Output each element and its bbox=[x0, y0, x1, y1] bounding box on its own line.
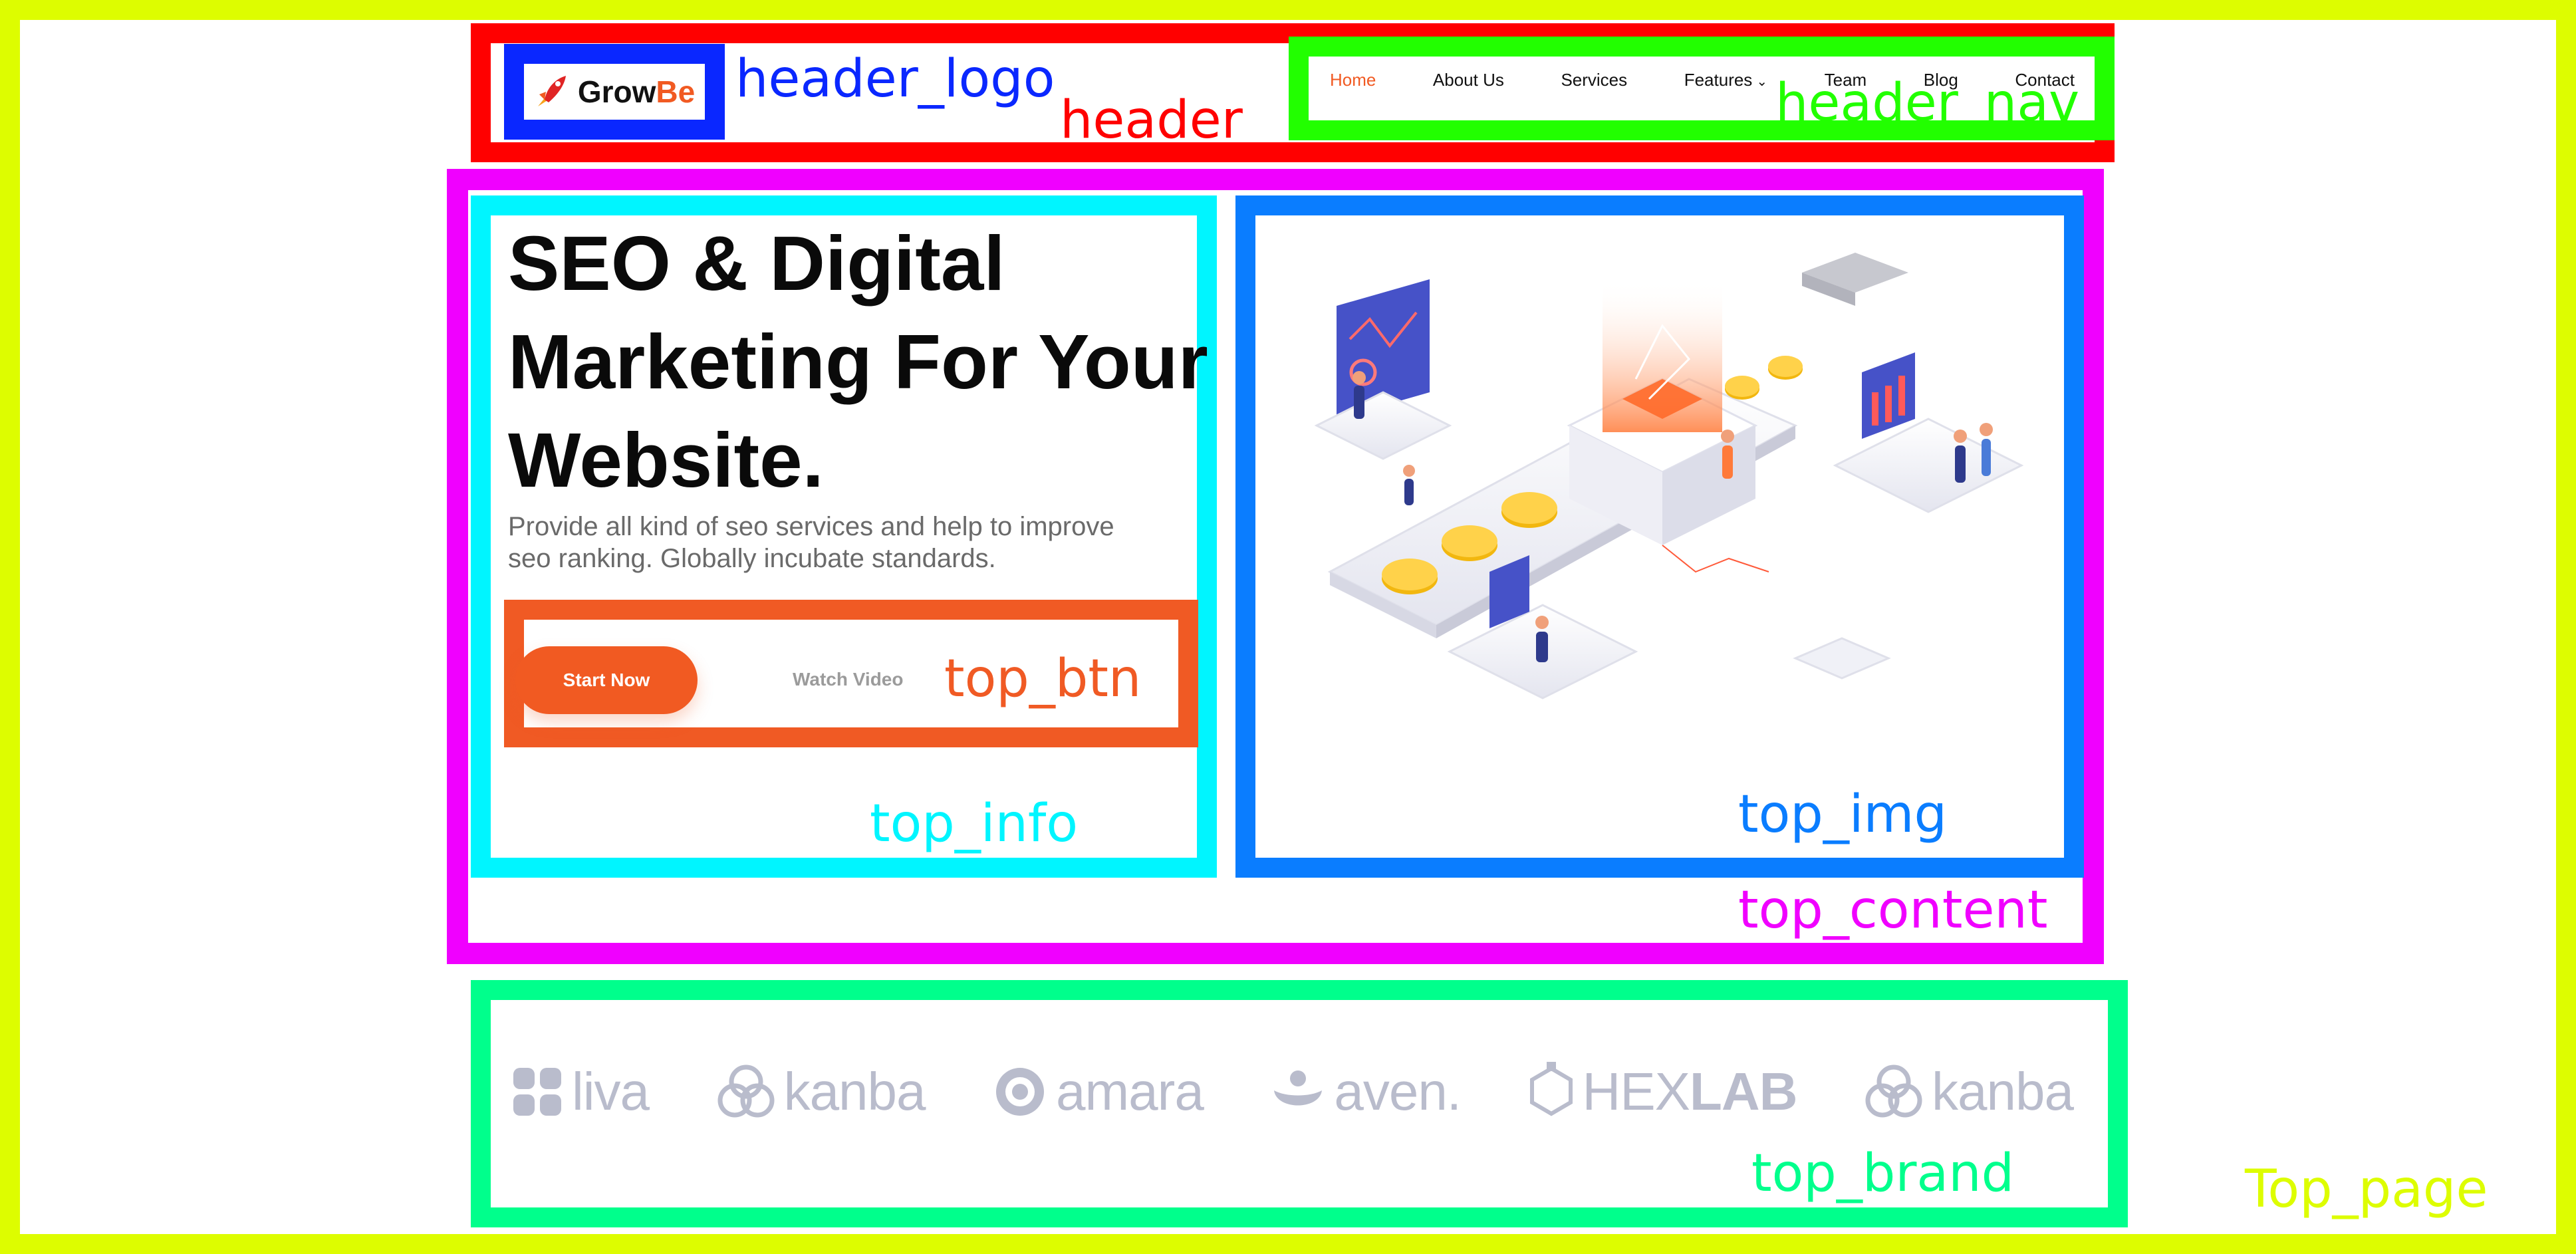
brand-logo-row: liva kanba amara aven. HEXLAB kanba bbox=[511, 1059, 2074, 1125]
annotation-header-logo: header_logo bbox=[735, 49, 1055, 109]
annotation-top-btn: top_btn bbox=[944, 649, 1142, 709]
header-logo[interactable]: GrowBe bbox=[504, 44, 725, 140]
brand-liva: liva bbox=[511, 1061, 650, 1122]
hero-subtitle-line-2: seo ranking. Globally incubate standards… bbox=[508, 544, 996, 573]
nav-item-home[interactable]: Home bbox=[1330, 70, 1376, 90]
kanba-icon bbox=[717, 1065, 775, 1118]
nav-item-services[interactable]: Services bbox=[1561, 70, 1627, 90]
kanba-icon bbox=[1865, 1065, 1922, 1118]
logo-wordmark: GrowBe bbox=[577, 74, 696, 109]
aven-icon bbox=[1274, 1070, 1323, 1106]
brand-hexlab: HEXLAB bbox=[1528, 1061, 1797, 1122]
annotation-top-content: top_content bbox=[1738, 880, 2048, 940]
start-now-button[interactable]: Start Now bbox=[515, 646, 698, 714]
chevron-down-icon: ⌄ bbox=[1756, 74, 1768, 89]
annotation-header-nav: header_nav bbox=[1775, 73, 2080, 133]
brand-kanba-name: kanba bbox=[783, 1062, 926, 1121]
brand-aven-name: aven. bbox=[1334, 1062, 1462, 1121]
hero-title-line-3: Website. bbox=[508, 417, 824, 503]
annotation-top-info: top_info bbox=[870, 794, 1079, 854]
annotation-top-page: Top_page bbox=[2245, 1160, 2488, 1219]
brand-liva-name: liva bbox=[572, 1062, 650, 1121]
rocket-logo-icon bbox=[537, 76, 566, 106]
brand-aven: aven. bbox=[1270, 1061, 1462, 1122]
hero-subtitle-line-1: Provide all kind of seo services and hel… bbox=[508, 512, 1114, 541]
hero-title-line-2: Marketing For Your bbox=[508, 318, 1208, 405]
liva-icon bbox=[513, 1068, 561, 1116]
hero-title-line-1: SEO & Digital bbox=[508, 220, 1005, 307]
brand-kanba-2-name: kanba bbox=[1931, 1062, 2074, 1121]
hexlab-icon bbox=[1529, 1062, 1573, 1116]
hero-title: SEO & Digital Marketing For Your Website… bbox=[508, 214, 1220, 509]
seo-isometric-illustration bbox=[1314, 253, 2024, 699]
nav-item-about-us[interactable]: About Us bbox=[1433, 70, 1504, 90]
brand-amara-name: amara bbox=[1056, 1062, 1204, 1121]
nav-item-features-label: Features bbox=[1684, 69, 1753, 90]
annotation-top-brand: top_brand bbox=[1751, 1144, 2015, 1203]
brand-kanba: kanba bbox=[716, 1061, 926, 1122]
brand-kanba-2: kanba bbox=[1864, 1061, 2074, 1122]
nav-item-features[interactable]: Features ⌄ bbox=[1684, 70, 1767, 90]
amara-icon bbox=[996, 1068, 1045, 1116]
annotation-top-img: top_img bbox=[1738, 785, 1947, 844]
brand-amara: amara bbox=[992, 1061, 1204, 1122]
watch-video-button[interactable]: Watch Video bbox=[793, 669, 903, 690]
annotation-header: header bbox=[1060, 90, 1243, 150]
brand-hexlab-name: HEXLAB bbox=[1582, 1062, 1798, 1121]
hero-subtitle: Provide all kind of seo services and hel… bbox=[508, 511, 1160, 574]
